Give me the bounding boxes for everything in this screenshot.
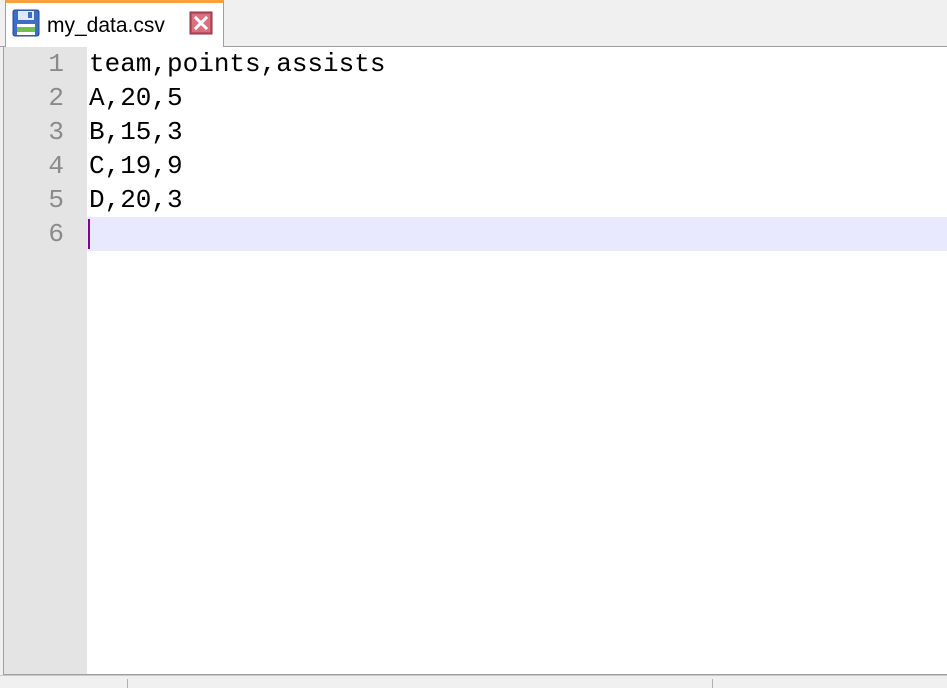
current-code-line[interactable] — [87, 217, 947, 251]
status-divider — [127, 679, 128, 688]
status-bar — [0, 675, 947, 688]
line-number: 4 — [48, 151, 64, 181]
tab-bar: my_data.csv — [0, 0, 947, 47]
tab-my-data-csv[interactable]: my_data.csv — [5, 0, 224, 47]
line-number-gutter: 1 2 3 4 5 6 — [4, 47, 87, 674]
line-number: 2 — [48, 83, 64, 113]
line-number: 1 — [48, 49, 64, 79]
code-area[interactable]: team,points,assists A,20,5 B,15,3 C,19,9… — [87, 47, 947, 674]
floppy-disk-icon — [12, 9, 40, 37]
code-line[interactable]: D,20,3 — [89, 183, 947, 217]
code-line[interactable]: C,19,9 — [89, 149, 947, 183]
line-number: 6 — [48, 219, 64, 249]
status-divider — [712, 679, 713, 688]
code-line[interactable]: B,15,3 — [89, 115, 947, 149]
line-number: 5 — [48, 185, 64, 215]
code-line[interactable]: team,points,assists — [89, 47, 947, 81]
tab-filename: my_data.csv — [47, 14, 165, 37]
code-line[interactable]: A,20,5 — [89, 81, 947, 115]
close-icon[interactable] — [189, 11, 213, 35]
line-number: 3 — [48, 117, 64, 147]
text-caret — [88, 219, 90, 249]
editor-pane[interactable]: 1 2 3 4 5 6 team,points,assists A,20,5 B… — [3, 47, 947, 675]
text-editor-window: my_data.csv 1 2 3 4 5 6 team,points,assi… — [0, 0, 947, 688]
